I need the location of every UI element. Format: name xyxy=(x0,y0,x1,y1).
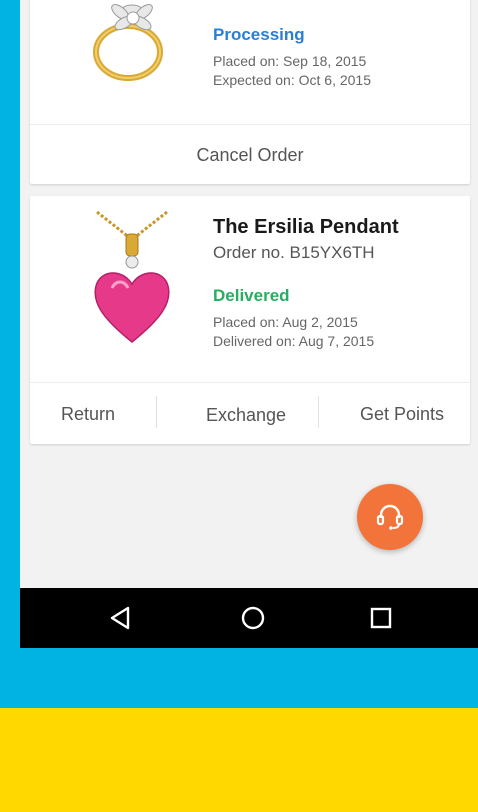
flower-ring-icon xyxy=(93,4,163,81)
order-status: Delivered xyxy=(213,286,290,305)
delivered-date: Delivered on: Aug 7, 2015 xyxy=(213,333,375,349)
get-points-button[interactable]: Get Points xyxy=(342,404,462,425)
headset-support-icon xyxy=(376,504,404,530)
heart-pendant-icon xyxy=(94,210,170,343)
exchange-button[interactable]: Exchange xyxy=(180,405,312,426)
order-number: Order no. B15YX6TH xyxy=(213,243,375,262)
product-title: The Ersilia Pendant xyxy=(213,216,399,238)
action-separator xyxy=(156,396,157,428)
ring-image xyxy=(80,0,180,90)
return-button[interactable]: Return xyxy=(38,404,138,425)
expected-date: Expected on: Oct 6, 2015 xyxy=(213,72,371,88)
card-divider xyxy=(30,124,470,125)
order-card-processing[interactable]: Processing Placed on: Sep 18, 2015 Expec… xyxy=(30,0,470,184)
back-icon[interactable] xyxy=(108,604,134,632)
order-status: Processing xyxy=(213,25,305,44)
cancel-order-button[interactable]: Cancel Order xyxy=(30,145,470,166)
support-fab[interactable] xyxy=(357,484,423,550)
recents-icon[interactable] xyxy=(368,604,394,632)
action-separator xyxy=(318,396,319,428)
pendant-image xyxy=(82,210,182,350)
order-card-delivered[interactable]: The Ersilia Pendant Order no. B15YX6TH D… xyxy=(30,196,470,444)
background-band xyxy=(0,708,478,812)
card-divider xyxy=(30,382,470,383)
placed-date: Placed on: Aug 2, 2015 xyxy=(213,314,358,330)
placed-date: Placed on: Sep 18, 2015 xyxy=(213,53,367,69)
home-icon[interactable] xyxy=(239,604,267,632)
